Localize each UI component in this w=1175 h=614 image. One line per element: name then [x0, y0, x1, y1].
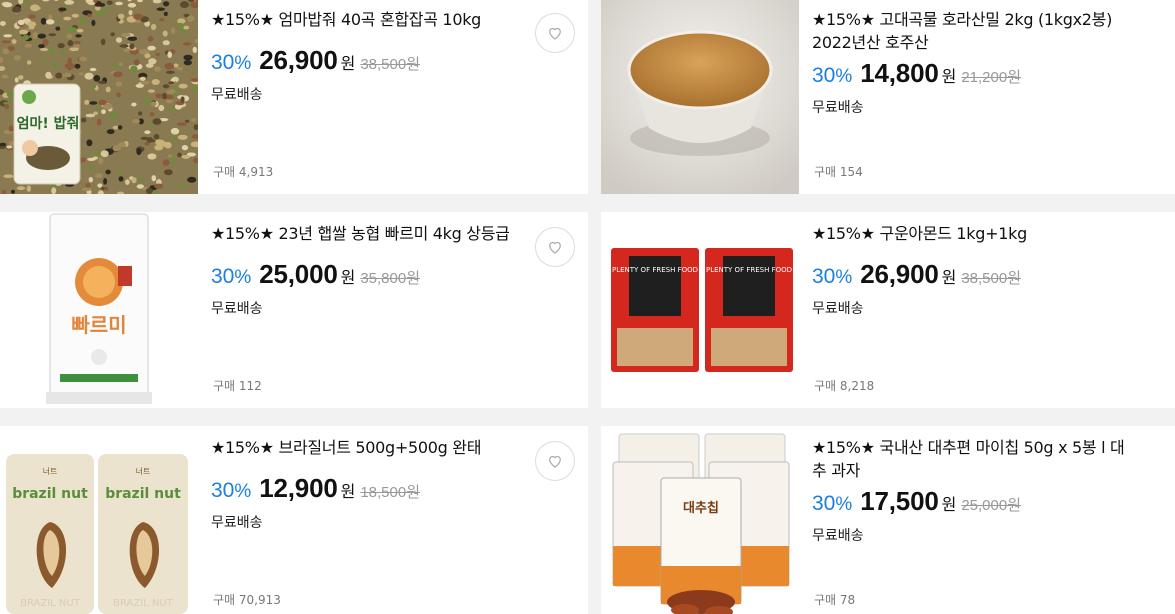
brazil-bag-side-label: BRAZIL NUT: [20, 598, 81, 609]
product-image-jujube-chips[interactable]: 대추칩: [601, 426, 799, 614]
discount-rate: 30%: [211, 479, 252, 502]
shipping-label: 무료배송: [211, 515, 263, 531]
brazil-bag-label: brazil nut: [12, 486, 88, 502]
sale-price: 26,900: [860, 259, 939, 289]
shipping-label: 무료배송: [211, 87, 263, 103]
heart-icon: [549, 455, 561, 468]
currency-unit: 원: [941, 268, 957, 287]
product-title[interactable]: ★15%★ 23년 햅쌀 농협 빠르미 4kg 상등급: [211, 222, 528, 245]
product-card[interactable]: ★15%★ 고대곡물 호라산밀 2kg (1kgx2봉) 2022년산 호주산 …: [601, 0, 1175, 194]
product-title[interactable]: ★15%★ 구운아몬드 1kg+1kg: [812, 222, 1129, 245]
sale-price: 12,900: [259, 473, 338, 503]
original-price: 25,000원: [961, 497, 1022, 514]
product-title[interactable]: ★15%★ 국내산 대추편 마이칩 50g x 5봉 l 대추 과자: [812, 436, 1129, 482]
product-image-mixed-grains[interactable]: 엄마! 밥줘: [0, 0, 198, 194]
rice-bag-label: 빠르미: [71, 313, 126, 337]
sale-price: 17,500: [860, 486, 939, 516]
wishlist-button[interactable]: [535, 13, 575, 53]
currency-unit: 원: [340, 54, 356, 73]
product-card[interactable]: PLENTY OF FRESH FOOD PLENTY OF FRESH FOO…: [601, 212, 1175, 408]
discount-rate: 30%: [211, 265, 252, 288]
heart-icon: [549, 27, 561, 40]
currency-unit: 원: [340, 268, 356, 287]
purchase-count: 구매 4,913: [213, 165, 274, 179]
heart-icon: [549, 241, 561, 254]
product-card[interactable]: 빠르미 ★15%★ 23년 햅쌀 농협 빠르미 4kg 상등급 30% 25,0…: [0, 212, 588, 408]
product-image-rice-bag[interactable]: 빠르미: [0, 212, 198, 408]
brazil-bag-label: brazil nut: [105, 486, 181, 502]
discount-rate: 30%: [211, 51, 252, 74]
sale-price: 25,000: [259, 259, 338, 289]
wishlist-button[interactable]: [535, 227, 575, 267]
purchase-count: 구매 8,218: [814, 379, 875, 393]
shipping-label: 무료배송: [812, 100, 864, 116]
original-price: 38,500원: [360, 56, 421, 73]
price-row: 30% 25,000 원 35,800원: [211, 259, 528, 290]
original-price: 35,800원: [360, 270, 421, 287]
product-card[interactable]: 엄마! 밥줘 ★15%★ 엄마밥줘 40곡 혼합잡곡 10kg 30% 26,9…: [0, 0, 588, 194]
price-row: 30% 26,900 원 38,500원: [211, 45, 528, 76]
original-price: 21,200원: [961, 69, 1022, 86]
original-price: 18,500원: [360, 484, 421, 501]
product-title[interactable]: ★15%★ 엄마밥줘 40곡 혼합잡곡 10kg: [211, 8, 528, 31]
shipping-label: 무료배송: [812, 301, 864, 317]
brazil-bag-side-label: BRAZIL NUT: [113, 598, 174, 609]
currency-unit: 원: [340, 482, 356, 501]
purchase-count: 구매 78: [814, 593, 856, 607]
discount-rate: 30%: [812, 64, 853, 87]
brazil-bag-small-label: 너트: [43, 466, 58, 476]
brazil-bag-small-label: 너트: [136, 466, 151, 476]
jujube-bag-label: 대추칩: [683, 500, 719, 516]
product-title[interactable]: ★15%★ 브라질너트 500g+500g 완태: [211, 436, 528, 459]
discount-rate: 30%: [812, 265, 853, 288]
price-row: 30% 14,800 원 21,200원: [812, 58, 1129, 89]
purchase-count: 구매 112: [213, 379, 262, 393]
currency-unit: 원: [941, 495, 957, 514]
shipping-label: 무료배송: [211, 301, 263, 317]
product-image-khorasan-wheat[interactable]: [601, 0, 799, 194]
original-price: 38,500원: [961, 270, 1022, 287]
wishlist-button[interactable]: [535, 441, 575, 481]
mixgrain-bag-label: 엄마! 밥줘: [17, 115, 80, 132]
price-row: 30% 26,900 원 38,500원: [812, 259, 1129, 290]
price-row: 30% 12,900 원 18,500원: [211, 473, 528, 504]
discount-rate: 30%: [812, 492, 853, 515]
almond-bag-label: PLENTY OF FRESH FOOD: [706, 266, 792, 274]
sale-price: 26,900: [259, 45, 338, 75]
sale-price: 14,800: [860, 58, 939, 88]
currency-unit: 원: [941, 67, 957, 86]
purchase-count: 구매 154: [814, 165, 863, 179]
purchase-count: 구매 70,913: [213, 593, 281, 607]
product-image-almond-bags[interactable]: PLENTY OF FRESH FOOD PLENTY OF FRESH FOO…: [601, 212, 799, 408]
product-card[interactable]: 너트 brazil nut BRAZIL NUT 너트 brazil nut B…: [0, 426, 588, 614]
shipping-label: 무료배송: [812, 528, 864, 544]
product-image-brazil-nut-bags[interactable]: 너트 brazil nut BRAZIL NUT 너트 brazil nut B…: [0, 426, 198, 614]
product-title[interactable]: ★15%★ 고대곡물 호라산밀 2kg (1kgx2봉) 2022년산 호주산: [812, 8, 1129, 54]
product-card[interactable]: 대추칩 ★15%★ 국내산 대추편 마이칩 50g x 5봉 l 대추 과자 3…: [601, 426, 1175, 614]
almond-bag-label: PLENTY OF FRESH FOOD: [612, 266, 698, 274]
price-row: 30% 17,500 원 25,000원: [812, 486, 1129, 517]
